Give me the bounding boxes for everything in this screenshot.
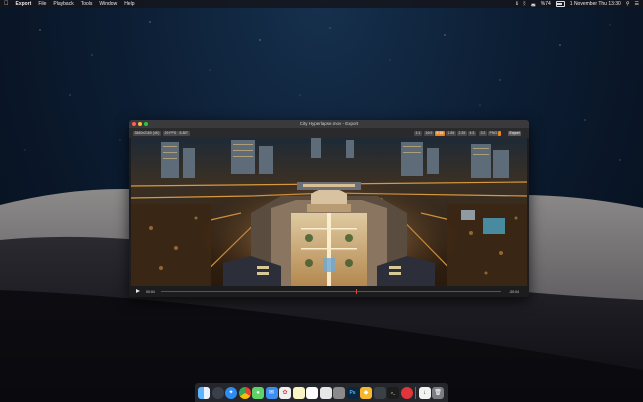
menu-window[interactable]: Window <box>99 0 117 8</box>
bluetooth-icon[interactable]: ᛝ <box>523 0 526 8</box>
format-dropdown-icon[interactable] <box>498 130 501 136</box>
playhead-marker[interactable] <box>356 289 357 294</box>
mail-icon[interactable]: ✉ <box>265 386 278 399</box>
textedit-icon[interactable] <box>306 386 318 399</box>
aspect-185-button[interactable]: 1.85 <box>446 130 456 136</box>
dock-separator <box>415 386 416 399</box>
play-icon[interactable] <box>136 289 140 293</box>
notes-icon[interactable] <box>292 386 305 399</box>
photos-icon[interactable]: ✿ <box>279 386 291 399</box>
fps-badge: 29 FPS <box>163 130 178 136</box>
battery-percent[interactable]: %74 <box>541 0 551 8</box>
remaining-time: -00:04 <box>509 289 519 294</box>
app-store-icon[interactable] <box>400 386 413 399</box>
chrome-icon[interactable] <box>238 386 251 399</box>
aspect-3-2-button[interactable]: 3:2 <box>479 130 487 136</box>
messages-icon[interactable]: ● <box>252 386 264 399</box>
minimize-button[interactable] <box>138 122 142 126</box>
xcode-icon[interactable] <box>373 386 386 399</box>
timeline-scrubber[interactable] <box>161 289 501 294</box>
safari-icon[interactable]: ✦ <box>225 386 237 399</box>
aspect-235-button[interactable]: 2.35 <box>457 130 467 136</box>
menu-bar:  Export File Playback Tools Window Help… <box>0 0 643 8</box>
close-button[interactable] <box>132 122 136 126</box>
aspect-4-3-button[interactable]: 4:3 <box>468 130 476 136</box>
trash-icon[interactable]: 🗑 <box>432 386 444 399</box>
export-toolbar: 3840x2160 (4K) 29 FPS 8-BIT 1:1 16:9 9:1… <box>129 128 529 138</box>
video-preview[interactable] <box>131 138 527 286</box>
menu-playback[interactable]: Playback <box>53 0 73 8</box>
photoshop-icon[interactable]: Ps <box>346 386 359 399</box>
launchpad-icon[interactable] <box>211 386 224 399</box>
resolution-badge: 3840x2160 (4K) <box>133 130 161 136</box>
window-title: City Hyperlapse.mov - Export <box>299 121 359 126</box>
aspect-9-16-button[interactable]: 9:16 <box>435 130 445 136</box>
menu-file[interactable]: File <box>38 0 46 8</box>
preview-icon[interactable] <box>319 386 332 399</box>
zoom-button[interactable] <box>144 122 148 126</box>
battery-icon[interactable] <box>555 1 565 7</box>
menu-app-name[interactable]: Export <box>16 0 32 8</box>
downloads-icon[interactable]: ↓ <box>418 386 431 399</box>
search-icon[interactable]: ⚲ <box>626 0 630 8</box>
export-button[interactable]: Export <box>508 130 522 136</box>
control-center-icon[interactable]: ☰ <box>635 0 639 8</box>
finder-icon[interactable] <box>198 386 210 399</box>
aspect-16-9-button[interactable]: 16:9 <box>424 130 434 136</box>
menu-clock[interactable]: 1 November Thu 13:30 <box>570 0 621 8</box>
info-icon[interactable]: ℹ <box>516 0 518 8</box>
menu-tools[interactable]: Tools <box>81 0 93 8</box>
format-select[interactable]: PNG <box>488 130 499 136</box>
export-window: City Hyperlapse.mov - Export 3840x2160 (… <box>129 120 529 297</box>
bitdepth-badge: 8-BIT <box>178 130 190 136</box>
wifi-icon[interactable]: ◛ <box>531 0 536 8</box>
sketch-icon[interactable]: ◆ <box>360 386 372 399</box>
playback-controls: 00:04 -00:04 <box>129 286 529 297</box>
current-time: 00:04 <box>146 289 155 294</box>
window-titlebar[interactable]: City Hyperlapse.mov - Export <box>129 120 529 128</box>
dock: ✦ ● ✉ ✿ Ps ◆ >_ ↓ 🗑 <box>195 383 448 402</box>
apple-menu-icon[interactable]:  <box>4 0 9 8</box>
pages-icon[interactable] <box>333 386 345 399</box>
aspect-1-1-button[interactable]: 1:1 <box>414 130 422 136</box>
terminal-icon[interactable]: >_ <box>387 386 399 399</box>
menu-help[interactable]: Help <box>124 0 134 8</box>
